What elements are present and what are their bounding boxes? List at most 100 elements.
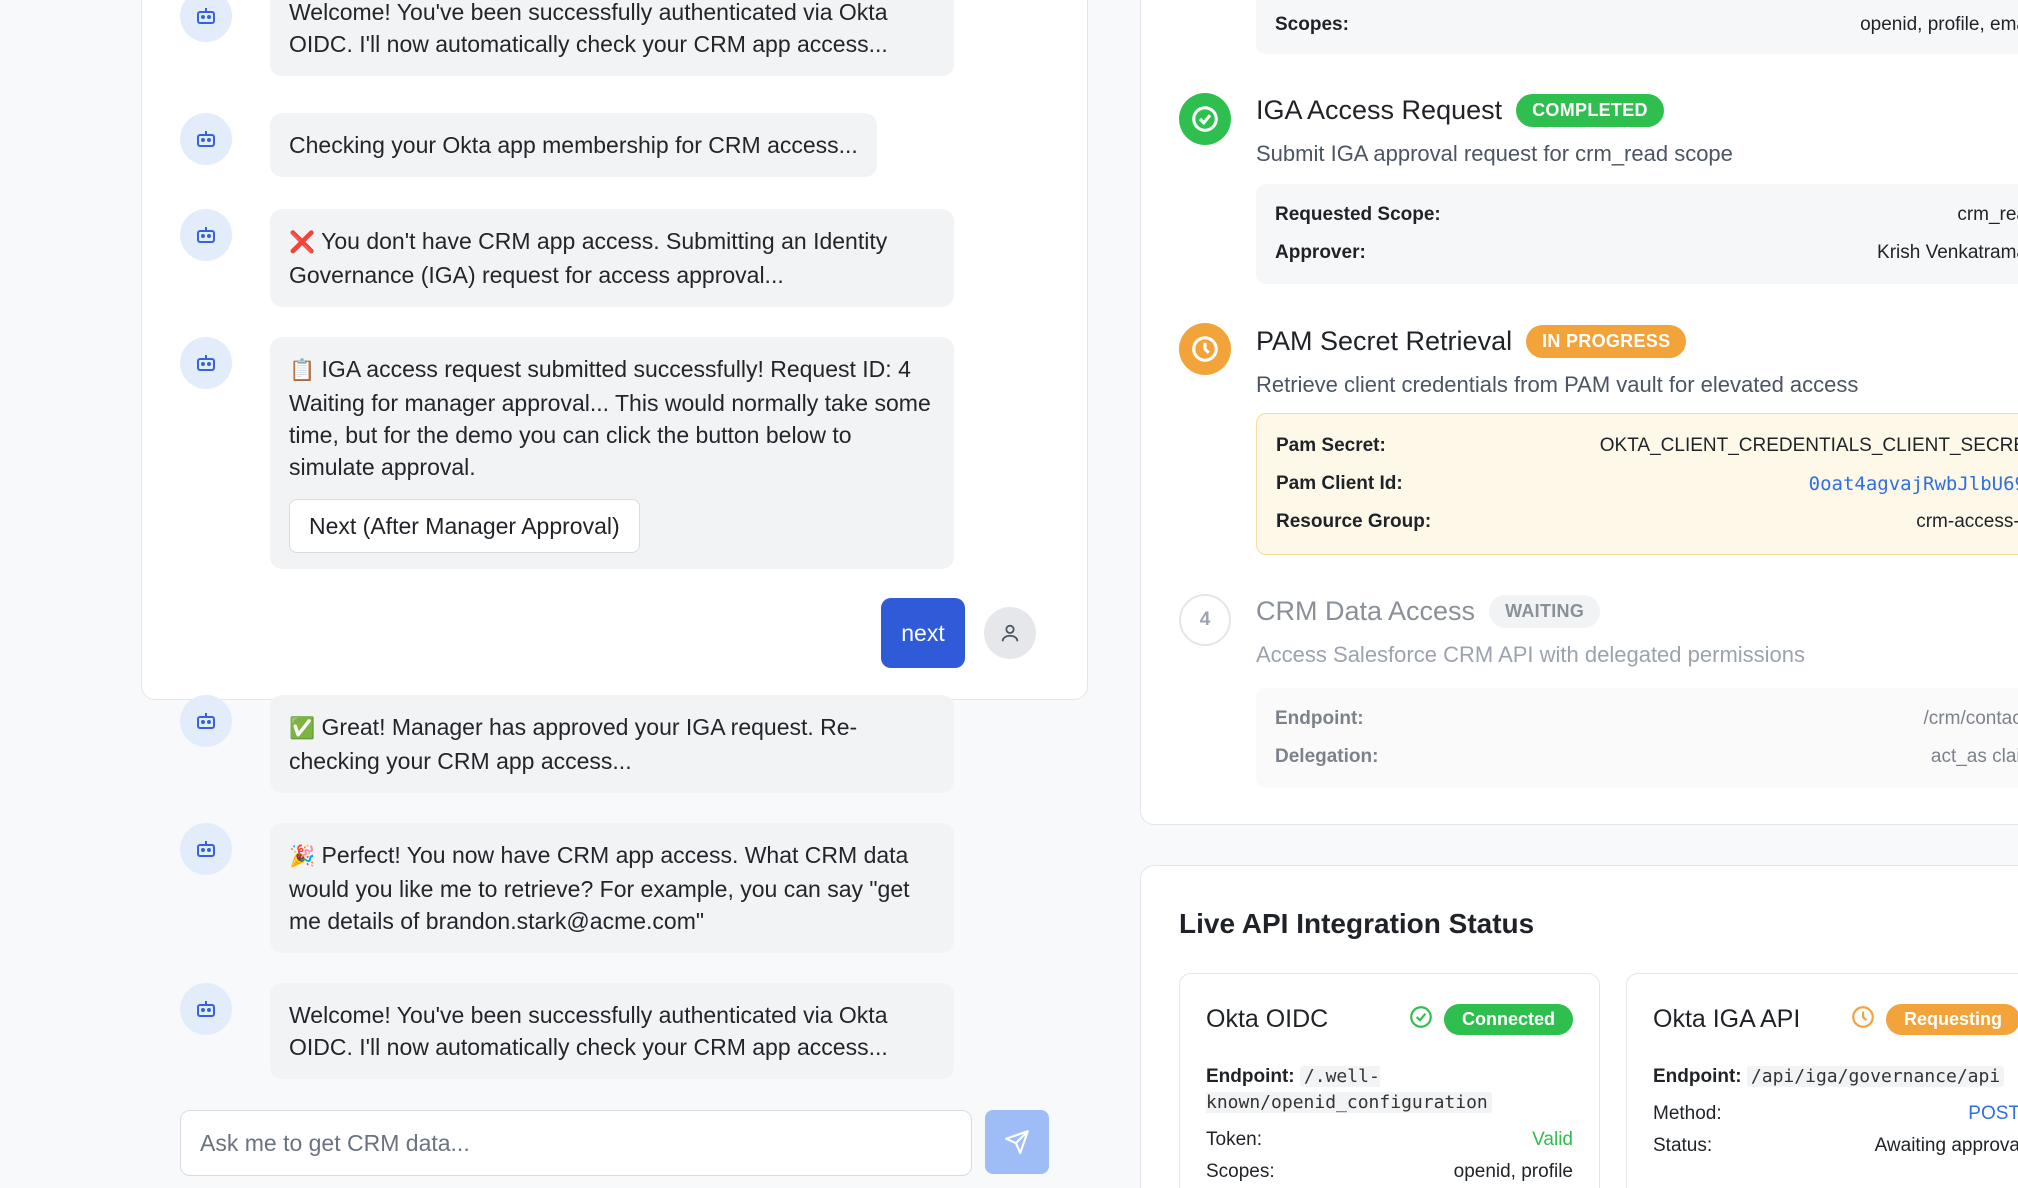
- detail-row: Resource Group: crm-access-r: [1276, 503, 2018, 541]
- bot-avatar-icon: [180, 113, 232, 165]
- bot-avatar-icon: [180, 983, 232, 1035]
- endpoint-label: Endpoint:: [1653, 1066, 1742, 1087]
- detail-key: Requested Scope:: [1275, 204, 1441, 225]
- chat-message: ❌ You don't have CRM app access. Submitt…: [180, 209, 954, 307]
- bot-avatar-icon: [180, 337, 232, 389]
- detail-key: Resource Group:: [1276, 511, 1432, 532]
- message-text: You don't have CRM app access. Submittin…: [289, 228, 888, 288]
- message-text: Welcome! You've been successfully authen…: [289, 0, 888, 57]
- detail-key: Pam Secret:: [1276, 435, 1386, 456]
- detail-row: Delegation: act_as clair: [1275, 738, 2018, 776]
- message-bubble: Welcome! You've been successfully authen…: [270, 983, 954, 1079]
- message-text: Great! Manager has approved your IGA req…: [289, 714, 858, 774]
- status-badge: WAITING: [1489, 595, 1601, 628]
- step-title-text: PAM Secret Retrieval: [1256, 326, 1513, 356]
- user-message-bubble: next: [881, 598, 965, 668]
- detail-key: Pam Client Id:: [1276, 473, 1403, 494]
- detail-value: crm_rea: [1957, 204, 2018, 225]
- step-details: Scopes: openid, profile, ema: [1256, 0, 2018, 54]
- cross-mark-icon: ❌: [289, 231, 316, 254]
- bot-avatar-icon: [180, 695, 232, 747]
- message-text: IGA access request submitted successfull…: [289, 356, 931, 480]
- send-icon: [1005, 1130, 1029, 1154]
- message-bubble: Checking your Okta app membership for CR…: [270, 113, 877, 177]
- user-avatar-icon: [984, 607, 1036, 659]
- detail-key: Approver:: [1275, 242, 1366, 263]
- step-details: Requested Scope: crm_rea Approver: Krish…: [1256, 184, 2018, 284]
- message-bubble: Welcome! You've been successfully authen…: [270, 0, 954, 76]
- chat-message: Welcome! You've been successfully authen…: [180, 0, 954, 76]
- api-endpoint: Endpoint: /.well-known/openid_configurat…: [1206, 1064, 1573, 1116]
- api-row-value: Valid: [1532, 1129, 1573, 1150]
- chat-message: 🎉 Perfect! You now have CRM app access. …: [180, 823, 954, 953]
- detail-value: Krish Venkatrama: [1877, 242, 2018, 263]
- api-row-value: openid, profile: [1453, 1161, 1573, 1182]
- status-badge: IN PROGRESS: [1526, 325, 1687, 358]
- detail-row: Endpoint: /crm/contact: [1275, 700, 2018, 738]
- step-description: Access Salesforce CRM API with delegated…: [1256, 642, 1806, 667]
- api-card-okta-iga: Okta IGA API Requesting Endpoint: /api/i…: [1626, 973, 2018, 1188]
- step-description: Submit IGA approval request for crm_read…: [1256, 141, 1733, 166]
- clock-icon: [1179, 323, 1231, 375]
- step-title: CRM Data Access WAITING: [1256, 595, 1601, 628]
- chat-message: ✅ Great! Manager has approved your IGA r…: [180, 695, 954, 793]
- party-popper-icon: 🎉: [289, 845, 316, 868]
- endpoint-value: /api/iga/governance/api: [1746, 1066, 2005, 1087]
- detail-value: OKTA_CLIENT_CREDENTIALS_CLIENT_SECRE: [1599, 435, 2018, 456]
- message-text: Perfect! You now have CRM app access. Wh…: [289, 842, 910, 934]
- clock-icon: [1850, 1004, 1876, 1035]
- message-bubble: ❌ You don't have CRM app access. Submitt…: [270, 209, 954, 307]
- detail-value: openid, profile, ema: [1860, 14, 2018, 35]
- check-mark-icon: ✅: [289, 717, 316, 740]
- chat-message: 📋 IGA access request submitted successfu…: [180, 337, 954, 569]
- chat-input[interactable]: Ask me to get CRM data...: [180, 1110, 972, 1176]
- pam-client-id-link[interactable]: 0oat4agvajRwbJlbU69: [1809, 473, 2018, 495]
- detail-row: Scopes: openid, profile, ema: [1275, 6, 2018, 44]
- api-card-okta-oidc: Okta OIDC Connected Endpoint: /.well-kno…: [1179, 973, 1600, 1188]
- chat-message: Checking your Okta app membership for CR…: [180, 113, 877, 177]
- api-row: Status: Awaiting approva: [1653, 1130, 2018, 1162]
- step-title: PAM Secret Retrieval IN PROGRESS: [1256, 325, 1687, 358]
- bot-avatar-icon: [180, 209, 232, 261]
- message-text: Welcome! You've been successfully authen…: [289, 1002, 888, 1060]
- check-circle-icon: [1408, 1004, 1434, 1035]
- api-name: Okta IGA API: [1653, 1004, 1801, 1033]
- api-row-key: Scopes:: [1206, 1161, 1275, 1182]
- detail-row: Requested Scope: crm_rea: [1275, 196, 2018, 234]
- message-bubble: ✅ Great! Manager has approved your IGA r…: [270, 695, 954, 793]
- message-bubble: 📋 IGA access request submitted successfu…: [270, 337, 954, 569]
- clipboard-icon: 📋: [289, 359, 316, 382]
- detail-key: Delegation:: [1275, 746, 1379, 767]
- user-message: next: [881, 598, 1036, 668]
- api-row-value: POST: [1968, 1103, 2018, 1124]
- status-badge: Connected: [1443, 1003, 1573, 1035]
- step-details: Endpoint: /crm/contact Delegation: act_a…: [1256, 688, 2018, 788]
- detail-key: Scopes:: [1275, 14, 1349, 35]
- api-row-key: Method:: [1653, 1103, 1722, 1124]
- api-row: Method: POST: [1653, 1098, 2018, 1130]
- step-number: 4: [1179, 594, 1231, 646]
- api-status-title: Live API Integration Status: [1179, 908, 1535, 939]
- endpoint-label: Endpoint:: [1206, 1066, 1295, 1087]
- detail-value: /crm/contact: [1923, 708, 2018, 729]
- api-row: Token: Valid: [1206, 1124, 1573, 1156]
- message-text: Checking your Okta app membership for CR…: [289, 132, 858, 158]
- api-name: Okta OIDC: [1206, 1004, 1329, 1033]
- step-description: Retrieve client credentials from PAM vau…: [1256, 372, 1859, 397]
- detail-row: Pam Client Id: 0oat4agvajRwbJlbU69: [1276, 465, 2018, 503]
- step-title-text: CRM Data Access: [1256, 596, 1476, 626]
- bot-avatar-icon: [180, 823, 232, 875]
- detail-value: act_as clair: [1930, 746, 2018, 767]
- message-bubble: 🎉 Perfect! You now have CRM app access. …: [270, 823, 954, 953]
- next-after-approval-button[interactable]: Next (After Manager Approval): [289, 499, 640, 553]
- api-endpoint: Endpoint: /api/iga/governance/api: [1653, 1064, 2018, 1090]
- check-circle-icon: [1179, 93, 1231, 145]
- status-badge: Requesting: [1885, 1003, 2018, 1035]
- step-title: IGA Access Request COMPLETED: [1256, 94, 1664, 127]
- step-title-text: IGA Access Request: [1256, 95, 1503, 125]
- detail-value: crm-access-r: [1916, 511, 2018, 532]
- detail-row: Approver: Krish Venkatrama: [1275, 234, 2018, 272]
- bot-avatar-icon: [180, 0, 232, 42]
- api-row: Scopes: openid, profile: [1206, 1156, 1573, 1188]
- send-button[interactable]: [985, 1110, 1049, 1174]
